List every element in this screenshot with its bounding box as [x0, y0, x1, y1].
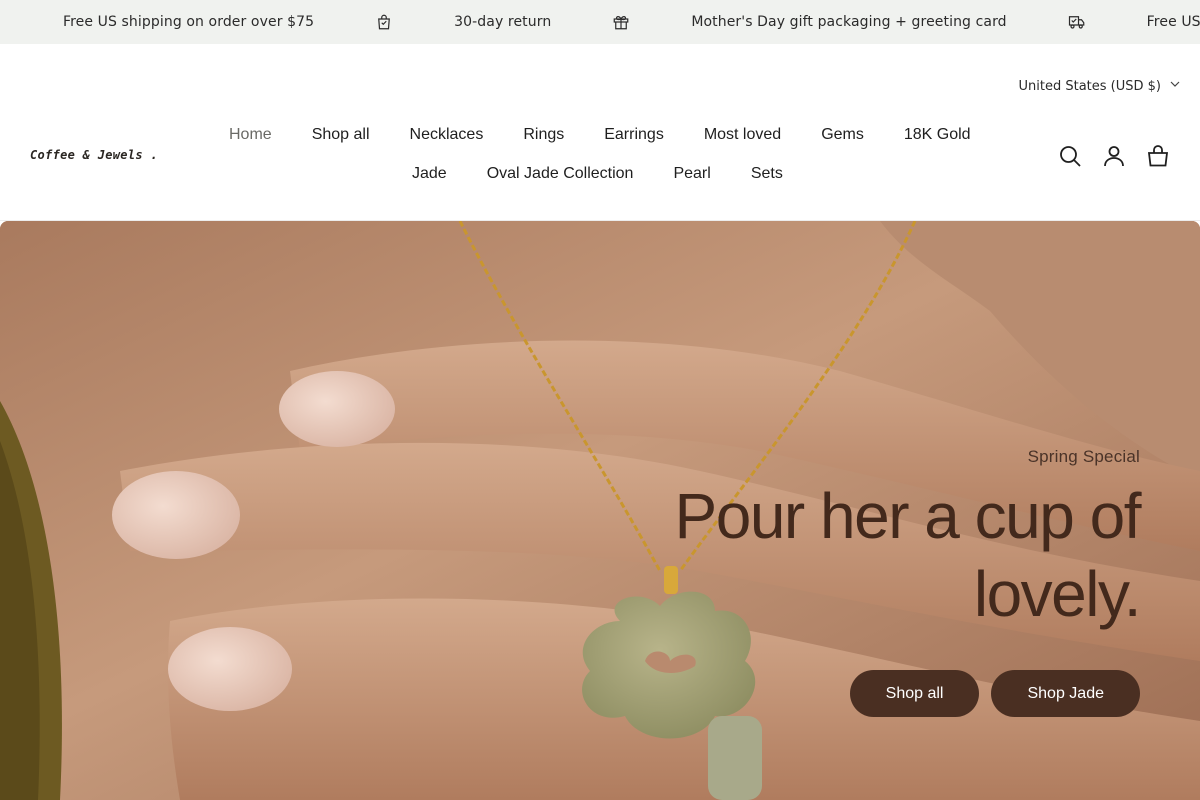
shop-jade-button[interactable]: Shop Jade [991, 670, 1140, 717]
announcement-track: n Free US shipping on order over $75 30-… [0, 0, 1200, 44]
delivery-truck-icon [1067, 12, 1087, 32]
announcement-item: Mother's Day gift packaging + greeting c… [691, 14, 1006, 30]
hero-content: Spring Special Pour her a cup of lovely. [620, 447, 1142, 633]
nav-row-1: Home Shop all Necklaces Rings Earrings M… [229, 125, 1011, 145]
hero-title-line-2: lovely. [973, 558, 1142, 630]
nav-home[interactable]: Home [229, 125, 272, 145]
nav-earrings[interactable]: Earrings [604, 125, 664, 145]
announcement-text: Mother's Day gift packaging + greeting c… [691, 14, 1007, 30]
nav-shop-all[interactable]: Shop all [312, 125, 370, 145]
announcement-item: Free US shipping on order over $75 [63, 14, 314, 30]
locale-selector[interactable]: United States (USD $) [1019, 78, 1182, 94]
announcement-fragment: n [0, 14, 1, 30]
nav-sets[interactable]: Sets [751, 164, 783, 184]
announcement-text: Free US shipping [1146, 14, 1200, 30]
search-icon[interactable] [1058, 144, 1082, 168]
announcement-bar: n Free US shipping on order over $75 30-… [0, 0, 1200, 44]
nav-pearl[interactable]: Pearl [673, 164, 710, 184]
hero-title: Pour her a cup of lovely. [620, 477, 1142, 633]
nav-necklaces[interactable]: Necklaces [410, 125, 484, 145]
nav-18k-gold[interactable]: 18K Gold [904, 125, 971, 145]
account-icon[interactable] [1102, 144, 1126, 168]
announcement-item: 30-day return [454, 14, 551, 30]
nav-gems[interactable]: Gems [821, 125, 864, 145]
announcement-text: Free US shipping on order over $75 [62, 14, 315, 30]
header-actions [1058, 144, 1170, 168]
shop-all-button[interactable]: Shop all [849, 670, 980, 717]
hero-title-line-1: Pour her a cup of [674, 480, 1142, 552]
nav-oval-jade-collection[interactable]: Oval Jade Collection [487, 164, 634, 184]
hero-banner: Spring Special Pour her a cup of lovely.… [0, 221, 1200, 800]
nav-rings[interactable]: Rings [523, 125, 564, 145]
shopping-bag-icon [374, 12, 394, 32]
announcement-item: Free US shipping [1147, 14, 1200, 30]
cart-icon[interactable] [1146, 144, 1170, 168]
hero-eyebrow: Spring Special [1027, 447, 1140, 466]
nav-most-loved[interactable]: Most loved [704, 125, 781, 145]
nav-row-2: Jade Oval Jade Collection Pearl Sets [412, 164, 823, 184]
locale-label: United States (USD $) [1018, 78, 1162, 94]
site-header: United States (USD $) Coffee & Jewels . … [0, 44, 1200, 221]
hero-buttons: Shop all Shop Jade [849, 670, 1140, 717]
nav-jade[interactable]: Jade [412, 164, 447, 184]
logo[interactable]: Coffee & Jewels . [30, 148, 158, 162]
chevron-down-icon [1169, 78, 1181, 94]
announcement-text: 30-day return [454, 14, 552, 30]
gift-icon [611, 12, 631, 32]
